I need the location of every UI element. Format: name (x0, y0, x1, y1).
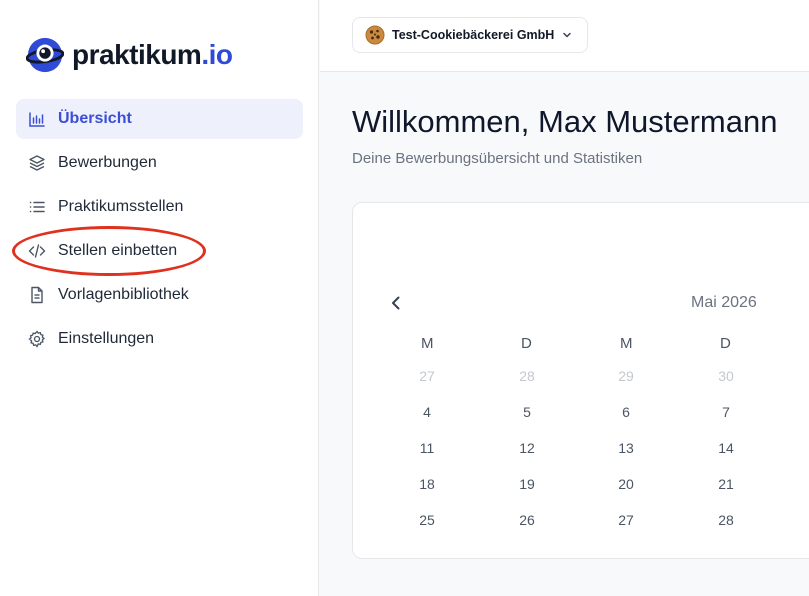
page-subtitle: Deine Bewerbungsübersicht und Statistike… (352, 150, 643, 167)
logo-wordmark: praktikum.io (72, 39, 233, 70)
sidebar: praktikum.io Übersicht Bewerbungen Prakt… (0, 0, 319, 596)
calendar-day[interactable]: 28 (507, 368, 547, 384)
calendar-day[interactable]: 13 (606, 440, 646, 456)
sidebar-nav: Übersicht Bewerbungen Praktikumsstellen (16, 99, 303, 363)
sidebar-item-bewerbungen[interactable]: Bewerbungen (16, 143, 303, 183)
calendar-weekday-header: D (521, 335, 532, 352)
page-title: Willkommen, Max Mustermann (352, 104, 778, 139)
calendar-weekday-header: D (720, 335, 731, 352)
code-icon (28, 242, 46, 260)
sidebar-item-stellen-einbetten[interactable]: Stellen einbetten (16, 231, 303, 271)
sidebar-item-label: Einstellungen (58, 330, 155, 347)
organization-select[interactable]: Test-Cookiebäckerei GmbH (352, 17, 588, 53)
calendar-day[interactable]: 19 (507, 476, 547, 492)
sidebar-item-praktikumsstellen[interactable]: Praktikumsstellen (16, 187, 303, 227)
calendar-day[interactable]: 14 (706, 440, 746, 456)
calendar-day[interactable]: 18 (407, 476, 447, 492)
chevron-left-icon[interactable] (386, 293, 406, 313)
calendar-day[interactable]: 4 (407, 404, 447, 420)
calendar-day[interactable]: 21 (706, 476, 746, 492)
calendar-day[interactable]: 27 (606, 512, 646, 528)
sidebar-item-einstellungen[interactable]: Einstellungen (16, 319, 303, 359)
sidebar-item-label: Übersicht (58, 110, 132, 127)
list-icon (28, 198, 46, 216)
calendar-day[interactable]: 20 (606, 476, 646, 492)
planet-logo-icon (26, 37, 64, 73)
calendar-day[interactable]: 6 (606, 404, 646, 420)
cookie-icon (365, 25, 385, 45)
calendar-month-label: Mai 2026 (691, 294, 757, 311)
calendar-day[interactable]: 7 (706, 404, 746, 420)
bar-chart-icon (28, 110, 46, 128)
sidebar-item-label: Stellen einbetten (58, 242, 178, 259)
sidebar-item-label: Bewerbungen (58, 154, 157, 171)
calendar-day[interactable]: 12 (507, 440, 547, 456)
logo[interactable]: praktikum.io (26, 36, 233, 74)
calendar-day[interactable]: 25 (407, 512, 447, 528)
sidebar-item-label: Praktikumsstellen (58, 198, 184, 215)
sidebar-item-label: Vorlagenbibliothek (58, 286, 189, 303)
document-icon (28, 286, 46, 304)
calendar-day[interactable]: 5 (507, 404, 547, 420)
layers-icon (28, 154, 46, 172)
calendar-day[interactable]: 26 (507, 512, 547, 528)
calendar-weekday-header: M (421, 335, 434, 352)
calendar-day[interactable]: 28 (706, 512, 746, 528)
gear-icon (28, 330, 46, 348)
sidebar-item-uebersicht[interactable]: Übersicht (16, 99, 303, 139)
calendar-day[interactable]: 30 (706, 368, 746, 384)
organization-name: Test-Cookiebäckerei GmbH (392, 28, 555, 42)
calendar-day[interactable]: 29 (606, 368, 646, 384)
sidebar-item-vorlagenbibliothek[interactable]: Vorlagenbibliothek (16, 275, 303, 315)
topbar: Test-Cookiebäckerei GmbH (320, 0, 809, 72)
calendar-day[interactable]: 27 (407, 368, 447, 384)
calendar-weekday-header: M (620, 335, 633, 352)
calendar-day[interactable]: 11 (407, 440, 447, 456)
chevron-down-icon (563, 32, 571, 38)
